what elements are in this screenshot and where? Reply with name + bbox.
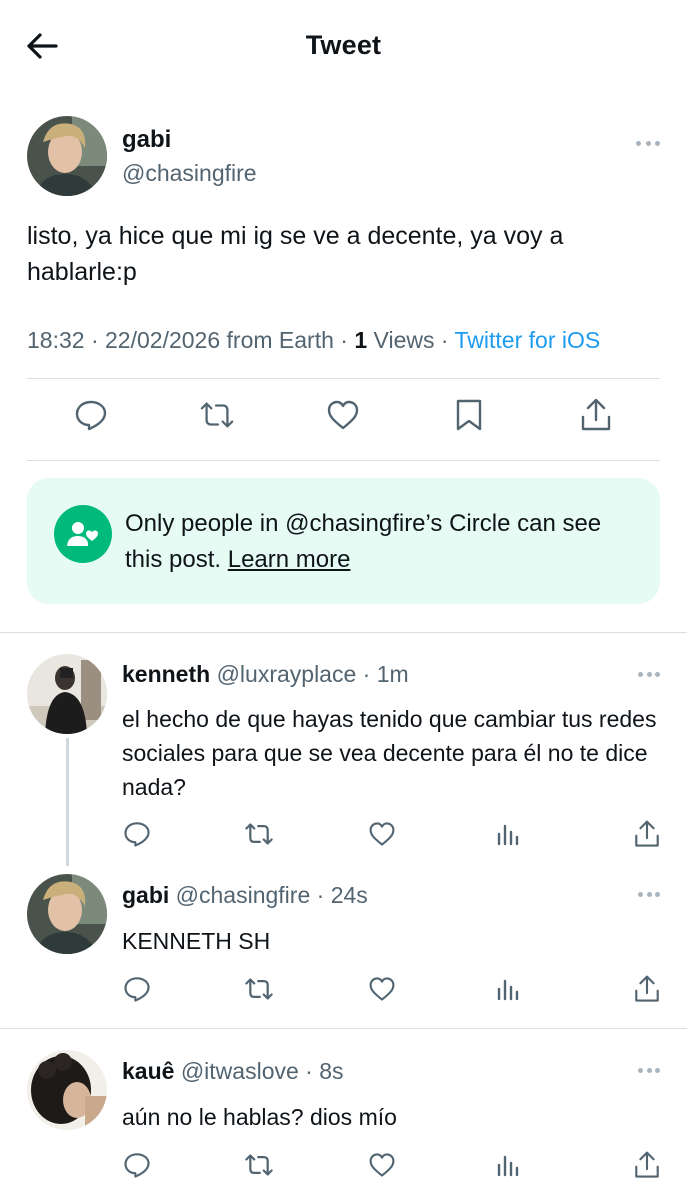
author-name[interactable]: gabi [122, 126, 171, 154]
circle-people-icon [54, 505, 112, 563]
share-icon[interactable] [632, 1150, 662, 1180]
divider [0, 1028, 687, 1029]
reply-header: gabi @chasingfire · 24s [122, 882, 368, 909]
reply-icon[interactable] [122, 974, 152, 1004]
bookmark-icon[interactable] [451, 397, 487, 433]
reply-author-name[interactable]: kenneth [122, 661, 210, 687]
learn-more-link[interactable]: Learn more [228, 546, 351, 573]
reply-icon[interactable] [122, 1150, 152, 1180]
share-icon[interactable] [632, 974, 662, 1004]
avatar[interactable] [27, 874, 107, 954]
thread-line [66, 738, 69, 866]
meta-separator: · [90, 327, 99, 353]
top-bar: Tweet [0, 0, 687, 90]
circle-notice-message: Only people in @chasingfire’s Circle can… [125, 510, 602, 573]
like-icon[interactable] [367, 974, 397, 1004]
reply-icon[interactable] [73, 397, 109, 433]
analytics-icon[interactable] [493, 1150, 523, 1180]
meta-separator: · [305, 1058, 313, 1084]
more-options-icon[interactable] [636, 138, 660, 148]
like-icon[interactable] [367, 1150, 397, 1180]
more-options-icon[interactable] [638, 669, 660, 679]
circle-notice-text: Only people in @chasingfire’s Circle can… [125, 506, 645, 578]
page-title: Tweet [305, 30, 382, 60]
reply-text: aún no le hablas? dios mío [122, 1104, 397, 1130]
tweet-time: 18:32 [27, 327, 85, 353]
meta-separator: · [362, 661, 371, 687]
reply-time[interactable]: 8s [319, 1058, 343, 1084]
divider [27, 460, 660, 461]
reply-author-handle[interactable]: @itwaslove [181, 1058, 299, 1084]
more-options-icon[interactable] [638, 1065, 660, 1075]
meta-separator: · [316, 882, 325, 908]
reply-author-handle[interactable]: @luxrayplace [217, 661, 357, 687]
reply-header: kauê @itwaslove · 8s [122, 1058, 344, 1085]
like-icon[interactable] [367, 819, 397, 849]
reply-actions [122, 819, 662, 855]
retweet-icon[interactable] [244, 819, 274, 849]
tweet-actions [27, 397, 660, 441]
reply-actions [122, 1150, 662, 1186]
tweet-text: listo, ya hice que mi ig se ve a decente… [27, 222, 564, 286]
reply-text: el hecho de que hayas tenido que cambiar… [122, 706, 657, 800]
circle-notice: Only people in @chasingfire’s Circle can… [27, 478, 660, 604]
author-handle[interactable]: @chasingfire [122, 160, 257, 187]
client-link[interactable]: Twitter for iOS [455, 327, 601, 353]
views-count: 1 [354, 327, 368, 353]
divider [0, 632, 687, 633]
meta-separator: · [440, 327, 449, 353]
share-icon[interactable] [632, 819, 662, 849]
reply-author-name[interactable]: kauê [122, 1058, 174, 1084]
tweet-date: 22/02/2026 from Earth [105, 327, 334, 353]
like-icon[interactable] [325, 397, 361, 433]
retweet-icon[interactable] [199, 397, 235, 433]
reply-author-handle[interactable]: @chasingfire [176, 882, 311, 908]
divider [27, 378, 660, 379]
retweet-icon[interactable] [244, 1150, 274, 1180]
reply-text: KENNETH SH [122, 928, 271, 954]
reply-time[interactable]: 1m [377, 661, 409, 687]
tweet-meta: 18:32 · 22/02/2026 from Earth · 1 Views … [27, 327, 600, 354]
reply-icon[interactable] [122, 819, 152, 849]
avatar[interactable] [27, 1050, 107, 1130]
reply-time[interactable]: 24s [331, 882, 368, 908]
avatar[interactable] [27, 654, 107, 734]
analytics-icon[interactable] [493, 819, 523, 849]
reply-header: kenneth @luxrayplace · 1m [122, 661, 409, 688]
meta-separator: · [340, 327, 348, 353]
more-options-icon[interactable] [638, 889, 660, 899]
views-label[interactable]: Views [374, 327, 435, 353]
retweet-icon[interactable] [244, 974, 274, 1004]
share-icon[interactable] [578, 397, 614, 433]
reply-author-name[interactable]: gabi [122, 882, 169, 908]
avatar[interactable] [27, 116, 107, 196]
analytics-icon[interactable] [493, 974, 523, 1004]
reply-actions [122, 974, 662, 1010]
